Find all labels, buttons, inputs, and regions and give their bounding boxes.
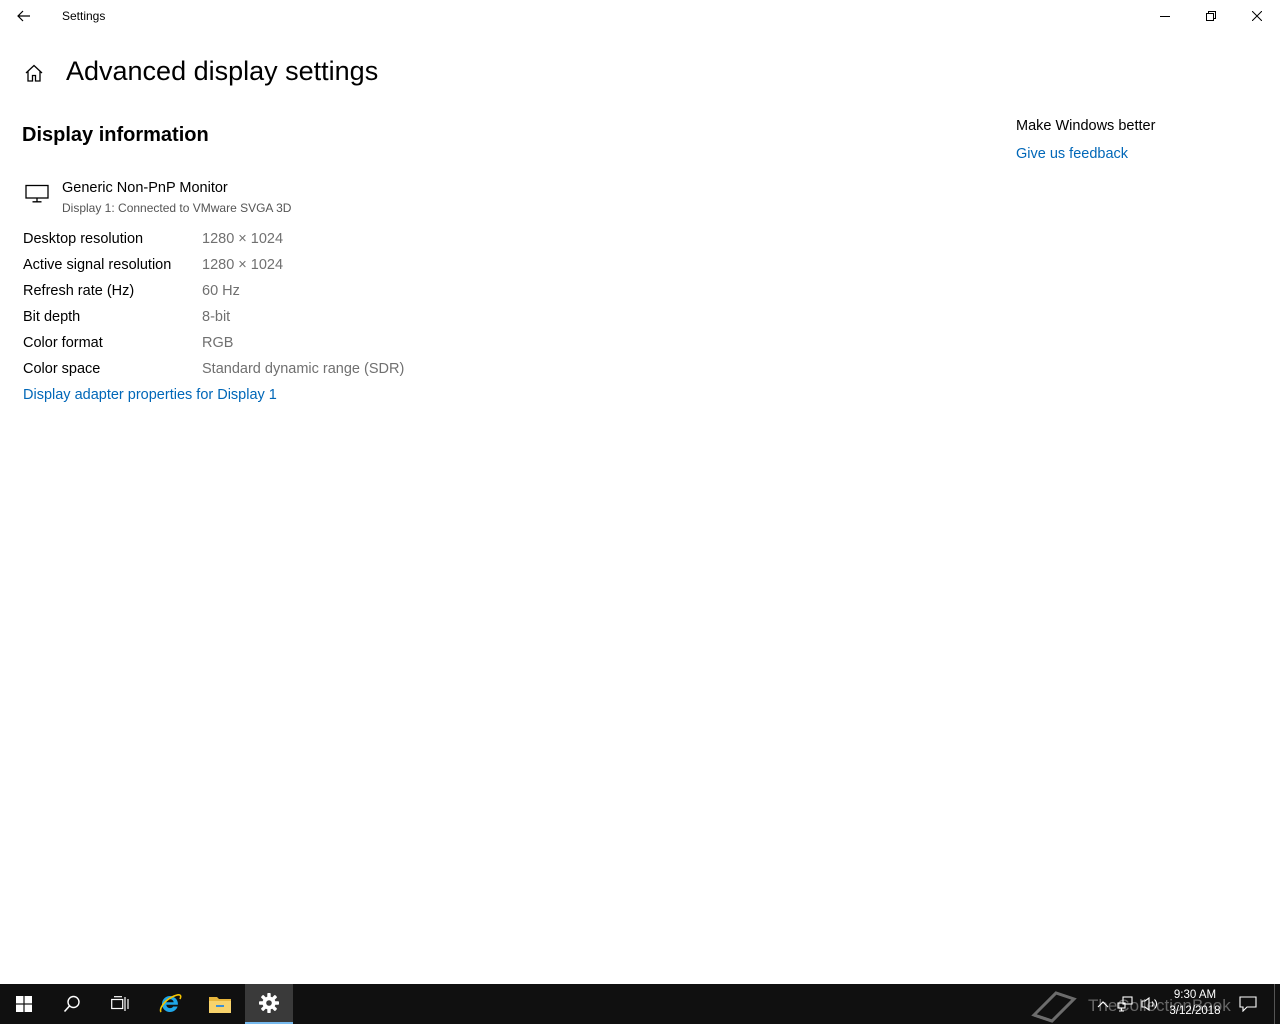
chevron-up-icon [1097,1001,1109,1008]
info-label: Color format [23,335,103,351]
minimize-icon [1160,16,1170,17]
info-row-bit-depth: Bit depth 8-bit [23,309,523,335]
taskbar: TheCollectionBook 9:30 AM 3/12/2018 [0,984,1280,1024]
clock-time: 9:30 AM [1173,989,1217,1001]
info-row-color-format: Color format RGB [23,335,523,361]
search-button[interactable] [48,984,96,1024]
restore-icon [1206,11,1216,21]
close-icon [1252,11,1262,21]
monitor-icon [25,184,49,204]
network-button[interactable] [1116,994,1136,1014]
minimize-button[interactable] [1142,0,1188,32]
show-desktop-button[interactable] [1274,984,1280,1024]
info-label: Refresh rate (Hz) [23,283,135,299]
section-title: Display information [22,124,209,146]
info-value: Standard dynamic range (SDR) [202,361,405,377]
action-center-button[interactable] [1238,994,1258,1014]
make-windows-better-heading: Make Windows better [1016,118,1156,134]
info-row-desktop-resolution: Desktop resolution 1280 × 1024 [23,231,523,257]
action-center-icon [1239,996,1257,1012]
restore-button[interactable] [1188,0,1234,32]
book-logo-icon [1031,991,1077,1023]
back-arrow-icon [17,10,30,22]
internet-explorer-button[interactable] [146,984,194,1024]
page-title: Advanced display settings [66,56,379,86]
display-adapter-properties-link[interactable]: Display adapter properties for Display 1 [23,387,277,403]
settings-gear-icon [259,993,279,1013]
task-view-button[interactable] [96,984,144,1024]
clock-date: 3/12/2018 [1169,1005,1221,1017]
home-button[interactable] [22,60,46,86]
info-value: 1280 × 1024 [202,231,284,247]
give-feedback-link[interactable]: Give us feedback [1016,146,1128,162]
info-value: 60 Hz [202,283,240,299]
info-value: 8-bit [202,309,231,325]
file-explorer-button[interactable] [196,984,244,1024]
title-bar: Settings [0,0,1280,32]
info-value: 1280 × 1024 [202,257,284,273]
info-label: Desktop resolution [23,231,144,247]
volume-button[interactable] [1140,994,1160,1014]
info-row-color-space: Color space Standard dynamic range (SDR) [23,361,523,387]
show-hidden-icons-button[interactable] [1093,994,1113,1014]
info-label: Color space [23,361,101,377]
volume-icon [1141,996,1157,1012]
home-icon [25,64,43,82]
start-button[interactable] [0,984,48,1024]
taskbar-clock[interactable]: 9:30 AM 3/12/2018 [1162,987,1228,1019]
info-row-refresh-rate: Refresh rate (Hz) 60 Hz [23,283,523,309]
file-explorer-icon [209,997,231,1013]
search-icon [63,995,80,1013]
close-button[interactable] [1234,0,1280,32]
info-label: Bit depth [23,309,81,325]
info-row-active-signal-resolution: Active signal resolution 1280 × 1024 [23,257,523,283]
start-icon [16,996,32,1012]
task-view-icon [111,996,129,1011]
monitor-name: Generic Non-PnP Monitor [62,180,228,196]
info-label: Active signal resolution [23,257,172,273]
internet-explorer-icon [159,994,182,1013]
monitor-connection: Display 1: Connected to VMware SVGA 3D [62,201,292,215]
window-title: Settings [62,9,106,23]
network-icon [1117,996,1133,1012]
settings-taskbar-button[interactable] [245,984,293,1024]
back-button[interactable] [0,0,48,32]
info-value: RGB [202,335,234,351]
